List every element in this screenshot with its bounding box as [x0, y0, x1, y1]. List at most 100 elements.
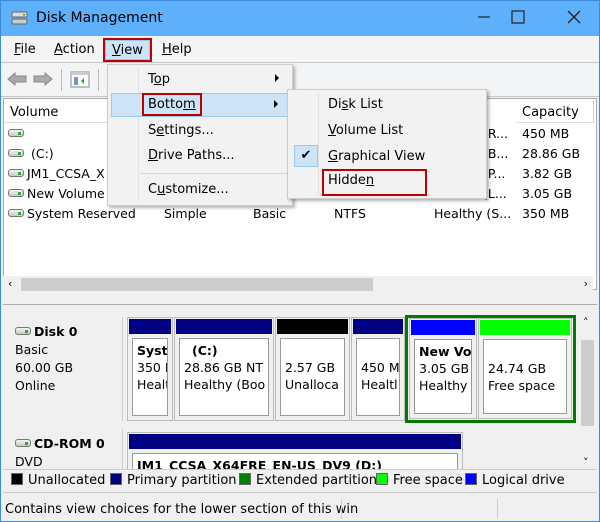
- menu-item-label: Hidden: [322, 169, 427, 196]
- partition-unallocated[interactable]: 2.57 GB Unalloca: [275, 317, 350, 421]
- console-tree-icon[interactable]: [70, 71, 90, 88]
- scroll-up-icon[interactable]: ˄: [583, 316, 589, 329]
- menu-view[interactable]: View: [103, 38, 152, 62]
- partition-bar-primary: [129, 434, 461, 449]
- drive-icon: [8, 189, 24, 197]
- bottom-menu-volume-list[interactable]: Volume List: [291, 119, 483, 143]
- bottom-submenu: Disk List Volume List ✔ Graphical View H…: [287, 89, 487, 199]
- partition-bar-logical: [411, 320, 475, 335]
- view-menu-drive-paths[interactable]: Drive Paths...: [111, 144, 289, 168]
- cdrom-0-label[interactable]: CD-ROM 0 DVD: [9, 429, 123, 469]
- view-menu: Top Bottom Settings... Drive Paths... Cu…: [107, 64, 293, 206]
- toolbar-separator: [98, 69, 99, 91]
- partition-status: Healtl: [137, 377, 167, 392]
- menu-help-label: elp: [171, 42, 192, 57]
- volume-capacity: 28.86 GB: [522, 146, 581, 161]
- maximize-icon: [511, 10, 525, 24]
- column-header-capacity[interactable]: Capacity: [516, 101, 594, 123]
- volume-layout: Simple: [164, 206, 207, 221]
- menu-item-label: Drive Paths...: [148, 148, 235, 163]
- partition-size: 350 M: [137, 360, 167, 375]
- partition-dvd[interactable]: JM1_CCSA_X64FRE_EN-US_DV9 (D:): [127, 432, 463, 472]
- disk-0-size: 60.00 GB: [15, 360, 74, 375]
- volume-name: [8, 126, 27, 141]
- menu-item-label: Top: [148, 72, 170, 87]
- back-arrow-icon[interactable]: [7, 72, 27, 86]
- menu-item-label: Settings...: [148, 123, 214, 138]
- volume-capacity: 450 MB: [522, 126, 570, 141]
- legend: Unallocated Primary partition Extended p…: [3, 469, 597, 493]
- partition-title: Syste: [137, 343, 168, 358]
- volume-name: JM1_CCSA_X: [8, 166, 105, 181]
- scroll-right-icon[interactable]: ›: [584, 277, 588, 290]
- view-menu-settings[interactable]: Settings...: [111, 119, 289, 143]
- legend-swatch: [465, 473, 477, 485]
- status-divider: [341, 499, 342, 519]
- cd-drive-icon: [15, 439, 31, 447]
- partition-size: 3.05 GB: [419, 361, 470, 376]
- submenu-arrow-icon: [275, 74, 279, 82]
- partition-bar-free: [480, 320, 570, 335]
- partition-status: Healthy: [419, 378, 468, 393]
- partition-status: Free space: [488, 378, 556, 393]
- legend-swatch: [376, 473, 388, 485]
- menu-view-label: iew: [120, 43, 143, 58]
- view-menu-customize[interactable]: Customize...: [111, 178, 289, 202]
- bottom-menu-disk-list[interactable]: Disk List: [291, 93, 483, 117]
- menu-help-mnemonic: H: [162, 42, 172, 57]
- menu-item-label: Bottom: [142, 93, 202, 116]
- menu-bar: File Action View Help: [1, 36, 599, 63]
- legend-free: Free space: [376, 473, 463, 488]
- horizontal-scrollbar[interactable]: ‹ ›: [3, 276, 593, 293]
- volume-capacity: 3.05 GB: [522, 186, 573, 201]
- menu-action-mnemonic: A: [54, 42, 63, 57]
- partition-size: 450 M: [361, 360, 400, 375]
- forward-arrow-icon[interactable]: [33, 72, 53, 86]
- partition-recovery[interactable]: 450 M Healtl: [351, 317, 405, 421]
- menu-item-label: Graphical View: [328, 149, 426, 164]
- status-bar: Contains view choices for the lower sect…: [1, 497, 599, 521]
- status-divider: [497, 499, 498, 519]
- maximize-button[interactable]: [495, 1, 541, 33]
- window-title: Disk Management: [36, 10, 163, 26]
- drive-icon: [8, 129, 24, 137]
- bottom-menu-hidden[interactable]: Hidden: [291, 169, 483, 196]
- title-bar: Disk Management: [1, 1, 599, 36]
- toolbar-separator: [61, 69, 62, 91]
- legend-swatch: [11, 473, 23, 485]
- menu-item-label: Disk List: [328, 97, 383, 112]
- partition-free-space[interactable]: 24.74 GB Free space: [478, 318, 572, 419]
- disk-icon: [15, 327, 31, 335]
- scroll-down-icon[interactable]: ˅: [583, 456, 589, 469]
- menu-separator: [140, 173, 289, 174]
- partition-size: 24.74 GB: [488, 361, 547, 376]
- volume-name: System Reserved: [8, 206, 136, 221]
- vertical-scrollbar[interactable]: ˄ ˅: [579, 316, 596, 471]
- partition-system-reserved[interactable]: Syste 350 M Healtl: [127, 317, 173, 421]
- view-menu-top[interactable]: Top: [111, 68, 289, 92]
- view-menu-bottom[interactable]: Bottom: [111, 93, 289, 117]
- partition-c[interactable]: (C:) 28.86 GB NT Healthy (Boo: [174, 317, 274, 421]
- partition-status: Unalloca: [285, 377, 339, 392]
- disk-management-icon: [11, 11, 28, 25]
- partition-new-volume[interactable]: New Vo 3.05 GB Healthy: [409, 318, 477, 419]
- close-button[interactable]: [551, 1, 597, 33]
- partition-status: Healtl: [361, 377, 398, 392]
- legend-extended: Extended partition: [239, 473, 377, 488]
- menu-help[interactable]: Help: [156, 40, 198, 60]
- bottom-menu-graphical-view[interactable]: ✔ Graphical View: [291, 145, 483, 169]
- volume-row[interactable]: System Reserved Simple Basic NTFS Health…: [4, 204, 594, 224]
- close-icon: [567, 10, 581, 24]
- volume-name: New Volume: [8, 186, 105, 201]
- scroll-left-icon[interactable]: ‹: [8, 277, 12, 290]
- partition-bar-primary: [353, 319, 403, 334]
- drive-icon: [8, 149, 24, 157]
- menu-action[interactable]: Action: [48, 40, 101, 60]
- menu-file[interactable]: File: [8, 40, 42, 60]
- vertical-scroll-thumb[interactable]: [581, 340, 594, 426]
- disk-0-label[interactable]: Disk 0 Basic 60.00 GB Online: [9, 317, 123, 421]
- horizontal-scroll-thumb[interactable]: [21, 278, 373, 291]
- minimize-icon: [478, 16, 490, 18]
- menu-item-label: Volume List: [328, 123, 404, 138]
- legend-unallocated: Unallocated: [11, 473, 105, 488]
